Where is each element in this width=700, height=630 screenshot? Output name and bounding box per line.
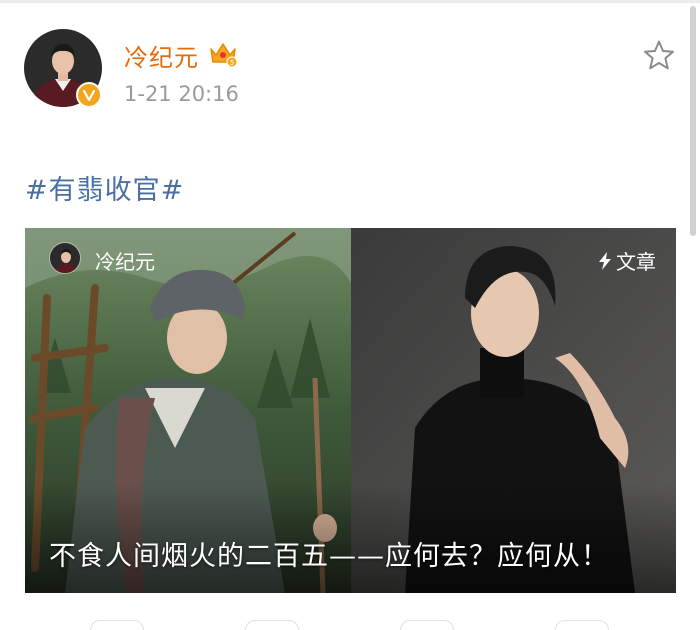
comment-button[interactable] <box>245 620 299 630</box>
card-author-name: 冷纪元 <box>95 250 155 274</box>
svg-text:5: 5 <box>230 59 234 67</box>
article-title[interactable]: 不食人间烟火的二百五——应何去？应何从！ <box>49 534 609 573</box>
top-divider <box>0 0 700 3</box>
article-card[interactable]: 冷纪元 文章 不食人间烟火的二百五——应何去？应何从！ <box>25 228 676 593</box>
post-timestamp: 1-21 20:16 <box>124 82 239 106</box>
repost-button[interactable] <box>90 620 144 630</box>
scrollbar[interactable] <box>690 6 696 236</box>
action-bar <box>0 620 700 630</box>
card-author-avatar <box>49 242 81 274</box>
hashtag-link[interactable]: #有翡收官# <box>25 168 184 207</box>
favorite-star-icon[interactable] <box>642 38 676 72</box>
username[interactable]: 冷纪元 <box>124 38 199 73</box>
crown-level-icon: 5 <box>208 38 238 68</box>
like-button[interactable] <box>400 620 454 630</box>
article-type-tag: 文章 <box>598 246 656 275</box>
article-type-label: 文章 <box>616 250 656 274</box>
lightning-icon <box>599 251 611 270</box>
share-button[interactable] <box>555 620 609 630</box>
verified-badge-icon <box>76 82 102 108</box>
